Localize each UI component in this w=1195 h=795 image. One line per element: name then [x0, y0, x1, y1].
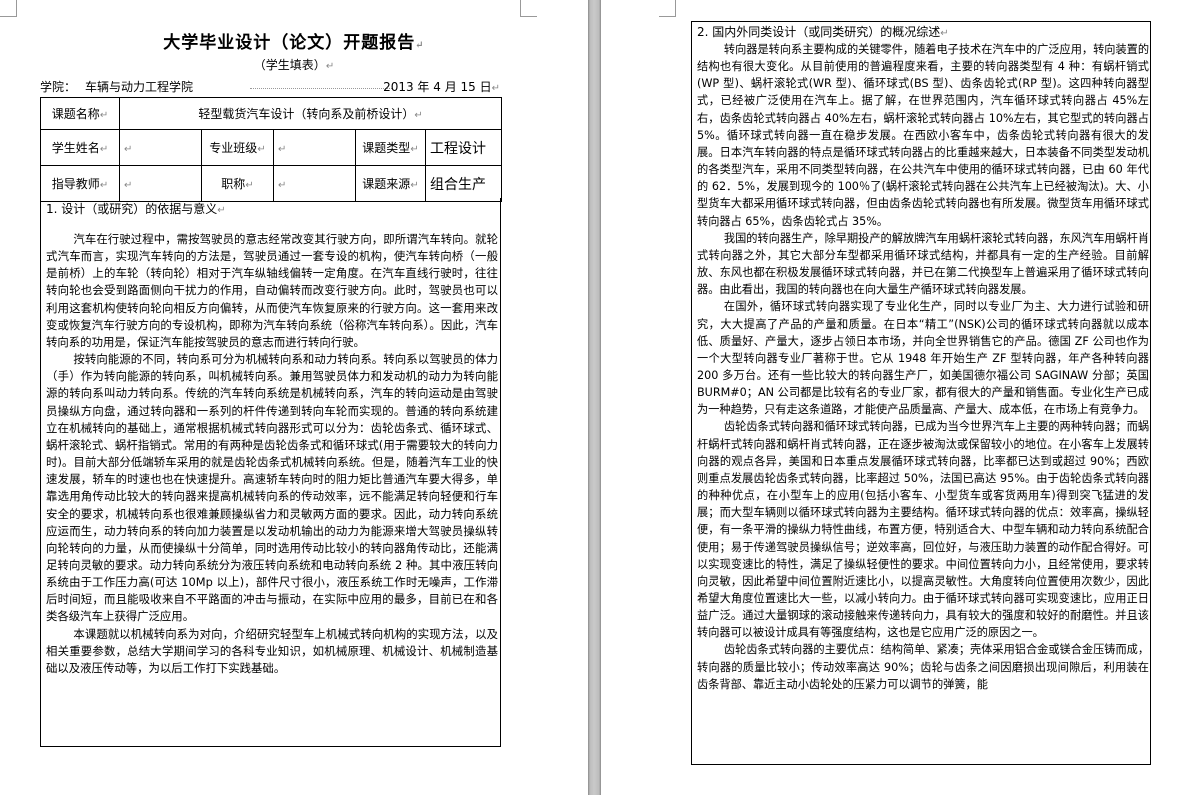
report-date: 2013 年 4 月 15 日↵ — [383, 80, 500, 94]
review-section: 2. 国内外同类设计（或同类研究）的概况综述↵ 转向器是转向系主要构成的关键零件… — [691, 21, 1151, 765]
section-heading: 2. 国内外同类设计（或同类研究）的概况综述↵ — [697, 25, 949, 39]
crop-mark — [0, 0, 17, 17]
table-row: 指导教师↵ ↵ 职称↵ ↵ 课题来源↵ 组合生产 — [40, 165, 503, 202]
topic-label: 课题名称↵ — [40, 97, 120, 130]
source-label: 课题来源↵ — [355, 165, 426, 202]
report-title: 大学毕业设计（论文）开题报告↵ — [163, 33, 425, 53]
basis-section: 1. 设计（或研究）的依据与意义↵ 汽车在行驶过程中，需按驾驶员的意志经常改变其… — [40, 198, 501, 747]
student-value[interactable]: ↵ — [119, 129, 202, 166]
section-body[interactable]: 转向器是转向系主要构成的关键零件，随着电子技术在汽车中的广泛应用，转向装置的结构… — [697, 41, 1149, 693]
crop-mark — [659, 0, 676, 17]
section-heading: 1. 设计（或研究）的依据与意义↵ — [46, 202, 226, 216]
crop-mark — [520, 0, 537, 17]
paragraph: 转向器是转向系主要构成的关键零件，随着电子技术在汽车中的广泛应用，转向装置的结构… — [697, 43, 1150, 228]
section-body[interactable]: 汽车在行驶过程中，需按驾驶员的意志经常改变其行驶方向，即所谓汽车转向。就轮式汽车… — [46, 231, 498, 677]
teacher-value[interactable]: ↵ — [119, 165, 202, 202]
student-label: 学生姓名↵ — [40, 129, 120, 166]
page-gutter — [588, 0, 601, 795]
school-label: 学院： — [40, 80, 77, 94]
dotted-leader — [250, 88, 392, 89]
paragraph: 在国外，循环球式转向器实现了专业化生产，同时以专业厂为主、大力进行试验和研究，大… — [697, 300, 1149, 417]
paragraph: 按转向能源的不同，转向系可分为机械转向系和动力转向系。转向系以驾驶员的体力（手）… — [46, 352, 498, 624]
teacher-label: 指导教师↵ — [40, 165, 120, 202]
paragraph: 齿轮齿条式转向器和循环球式转向器，已成为当今世界汽车上主要的两种转向器；而蜗杆蜗… — [697, 420, 1150, 640]
title-value[interactable]: ↵ — [273, 165, 356, 202]
major-label: 专业班级↵ — [201, 129, 274, 166]
info-table: 课题名称↵ 轻型载货汽车设计（转向系及前桥设计）↵ 学生姓名↵ ↵ 专业班级↵ … — [40, 97, 503, 202]
topic-value[interactable]: 轻型载货汽车设计（转向系及前桥设计）↵ — [118, 97, 503, 130]
right-page: 2. 国内外同类设计（或同类研究）的概况综述↵ 转向器是转向系主要构成的关键零件… — [601, 0, 1195, 795]
major-value[interactable]: ↵ — [273, 129, 356, 166]
paragraph: 汽车在行驶过程中，需按驾驶员的意志经常改变其行驶方向，即所谓汽车转向。就轮式汽车… — [46, 232, 498, 349]
type-value[interactable]: 工程设计 — [424, 129, 503, 166]
paragraph: 齿轮齿条式转向器的主要优点：结构简单、紧凑；壳体采用铝合金或镁合金压铸而成，转向… — [697, 643, 1150, 691]
type-label: 课题类型↵ — [355, 129, 426, 166]
left-page: 大学毕业设计（论文）开题报告↵ （学生填表）↵ 学院： 车辆与动力工程学院 20… — [0, 0, 588, 795]
school-name: 车辆与动力工程学院 — [85, 80, 194, 94]
title-label: 职称↵ — [201, 165, 274, 202]
source-value[interactable]: 组合生产 — [424, 165, 503, 202]
paragraph: 本课题就以机械转向系为对向，介绍研究轻型车上机械式转向机构的实现方法，以及相关重… — [46, 626, 498, 675]
paragraph: 我国的转向器生产，除早期投产的解放牌汽车用蜗杆滚轮式转向器，东风汽车用蜗杆肖式转… — [697, 231, 1150, 297]
table-row: 学生姓名↵ ↵ 专业班级↵ ↵ 课题类型↵ 工程设计 — [40, 129, 503, 166]
report-subtitle: （学生填表）↵ — [253, 58, 335, 72]
table-row: 课题名称↵ 轻型载货汽车设计（转向系及前桥设计）↵ — [40, 97, 503, 130]
